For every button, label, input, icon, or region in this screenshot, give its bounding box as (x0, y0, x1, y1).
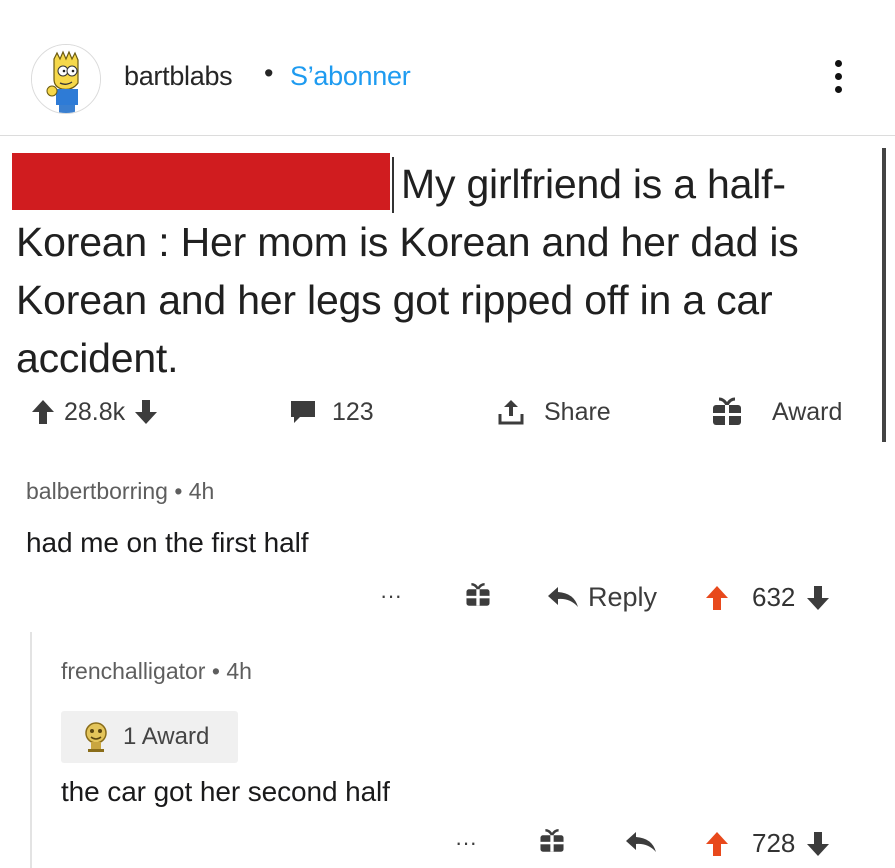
comment-age: 4h (226, 658, 252, 684)
comment-vote-group: 728 (704, 828, 831, 859)
gift-icon (713, 397, 741, 425)
upvote-arrow-icon[interactable] (30, 398, 56, 426)
share-label: Share (544, 397, 611, 426)
comment-bubble-icon (291, 401, 315, 423)
comment-body: had me on the first half (26, 527, 309, 558)
comment-age: 4h (188, 478, 215, 504)
share-icon (498, 400, 524, 425)
gift-icon (466, 583, 490, 606)
downvote-arrow-icon[interactable] (805, 584, 831, 612)
comment-body: the car got her second half (61, 776, 390, 807)
follow-button[interactable]: S’abonner (290, 61, 411, 92)
more-vertical-icon[interactable] (827, 60, 849, 100)
reply-arrow-icon (548, 586, 578, 607)
gift-icon (540, 829, 564, 852)
instagram-post-header: bartblabs • S’abonner (0, 0, 895, 135)
more-options-icon[interactable]: ··· (380, 583, 402, 609)
separator-dot: • (264, 58, 274, 88)
meta-dot: • (174, 478, 189, 504)
reply-arrow-icon (626, 832, 656, 852)
comment-award-button[interactable] (464, 580, 492, 610)
post-title: My girlfriend is a half-Korean : Her mom… (16, 161, 799, 381)
reply-label: Reply (588, 582, 658, 612)
header-divider (0, 135, 895, 136)
comment-meta: frenchalligator • 4h (61, 658, 252, 685)
more-options-icon[interactable]: ··· (455, 830, 477, 856)
award-button[interactable]: Award (710, 396, 842, 428)
comment-score: 632 (752, 582, 796, 612)
comment-author[interactable]: frenchalligator (61, 658, 205, 684)
username[interactable]: bartblabs (124, 61, 233, 92)
comment-award-button[interactable] (538, 826, 566, 856)
post-vote-group: 28.8k (30, 396, 159, 428)
comment-vote-group: 632 (704, 582, 831, 613)
bart-simpson-avatar-icon (32, 45, 100, 113)
share-button[interactable]: Share (496, 396, 611, 428)
reply-button[interactable]: Reply (546, 582, 657, 613)
downvote-arrow-icon[interactable] (133, 398, 159, 426)
comment-meta: balbertborring • 4h (26, 478, 214, 505)
upvote-arrow-icon[interactable] (704, 830, 730, 858)
thread-line[interactable] (30, 632, 32, 868)
award-count: 1 Award (123, 723, 210, 750)
scrollbar[interactable] (882, 148, 886, 442)
reply-button[interactable] (624, 830, 658, 856)
comments-button[interactable]: 123 (288, 396, 374, 428)
post-score: 28.8k (64, 397, 126, 426)
award-badge[interactable]: 1 Award (61, 711, 238, 763)
comment-score: 728 (752, 828, 796, 858)
downvote-arrow-icon[interactable] (805, 830, 831, 858)
upvote-arrow-icon[interactable] (704, 584, 730, 612)
comment-author[interactable]: balbertborring (26, 478, 168, 504)
avatar[interactable] (31, 44, 101, 114)
meta-dot: • (211, 658, 227, 684)
comment-count: 123 (332, 397, 374, 426)
award-label: Award (772, 397, 843, 426)
award-trophy-icon (85, 722, 107, 752)
